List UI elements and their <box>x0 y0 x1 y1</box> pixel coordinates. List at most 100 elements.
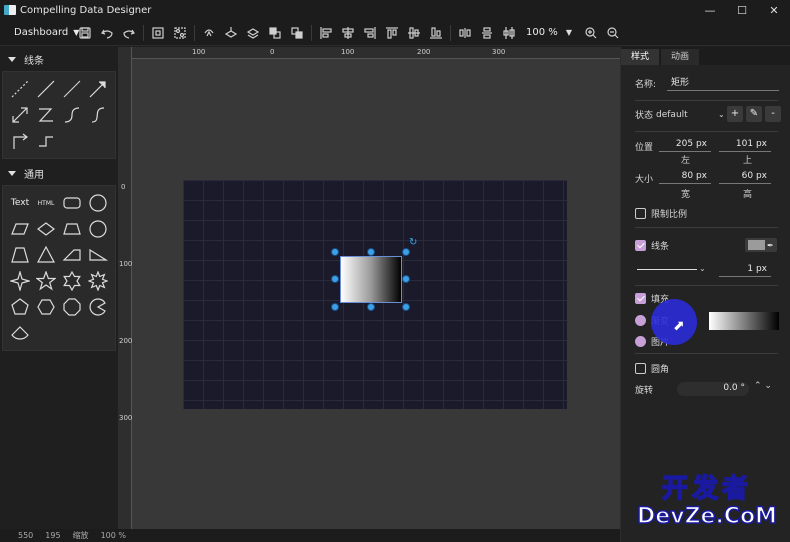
round-corner-checkbox[interactable] <box>635 363 646 374</box>
round-corner-row[interactable]: 圆角 <box>635 362 669 375</box>
group-button[interactable] <box>169 22 191 44</box>
elbow-arrow-shape[interactable] <box>7 128 33 154</box>
triangle-shape[interactable] <box>33 242 59 268</box>
maximize-button[interactable]: ☐ <box>726 0 758 20</box>
tab-animation[interactable]: 动画 <box>661 49 700 65</box>
selected-rectangle[interactable] <box>340 256 402 303</box>
html-shape[interactable]: HTML <box>33 190 59 216</box>
hexagon-flat-shape[interactable] <box>7 242 33 268</box>
zigzag-line-shape[interactable] <box>33 102 59 128</box>
right-trapezoid-shape[interactable] <box>59 242 85 268</box>
edit-state-button[interactable]: ✎ <box>746 106 762 122</box>
circle-shape[interactable] <box>85 190 111 216</box>
elbow-line-shape[interactable] <box>33 128 59 154</box>
trapezoid-shape[interactable] <box>59 216 85 242</box>
close-button[interactable]: ✕ <box>758 0 790 20</box>
watermark: 开发者 DevZe.CoM <box>632 473 782 534</box>
resize-handle[interactable] <box>402 303 410 311</box>
rounded-rect-shape[interactable] <box>59 190 85 216</box>
resize-handle[interactable] <box>402 275 410 283</box>
width-field[interactable]: 80 px <box>659 170 711 184</box>
zoom-out-button[interactable] <box>602 22 624 44</box>
gradient-radio[interactable] <box>635 315 646 326</box>
align-bottom-button[interactable] <box>425 22 447 44</box>
diamond-shape[interactable] <box>33 216 59 242</box>
line-style-preview[interactable] <box>637 269 697 270</box>
section-general-header[interactable]: 通用 <box>0 163 118 183</box>
line-shape[interactable] <box>33 76 59 102</box>
chevron-down-icon[interactable]: ⌄ <box>699 264 706 273</box>
section-lines-header[interactable]: 线条 <box>0 49 118 69</box>
sector-shape[interactable] <box>7 320 33 346</box>
oval-shape[interactable] <box>85 216 111 242</box>
save-button[interactable] <box>74 22 96 44</box>
resize-handle[interactable] <box>331 275 339 283</box>
arrow-line-shape[interactable] <box>85 76 111 102</box>
stroke-width-field[interactable]: 1 px <box>719 263 771 277</box>
star4-shape[interactable] <box>7 268 33 294</box>
curve-line-shape[interactable] <box>59 102 85 128</box>
page-selector[interactable]: Dashboard ▼ <box>14 27 79 38</box>
rotation-field[interactable]: 0.0 ° <box>677 382 749 396</box>
zoom-dropdown[interactable]: ▼ <box>558 22 580 44</box>
fit-button[interactable] <box>147 22 169 44</box>
state-select[interactable]: default <box>656 110 718 120</box>
star6-shape[interactable] <box>59 268 85 294</box>
zoom-in-button[interactable] <box>580 22 602 44</box>
height-field[interactable]: 60 px <box>719 170 771 184</box>
distribute-h-button[interactable] <box>454 22 476 44</box>
align-center-button[interactable] <box>337 22 359 44</box>
star8-shape[interactable] <box>85 268 111 294</box>
resize-handle[interactable] <box>367 303 375 311</box>
resize-handle[interactable] <box>402 248 410 256</box>
stroke-color-picker[interactable]: ✒ <box>745 238 777 252</box>
rotate-handle-icon[interactable]: ↻ <box>409 237 417 248</box>
lock-ratio-row[interactable]: 限制比例 <box>635 207 687 220</box>
resize-handle[interactable] <box>331 248 339 256</box>
layer-down-button[interactable] <box>242 22 264 44</box>
image-radio[interactable] <box>635 336 646 347</box>
pos-x-field[interactable]: 205 px <box>659 138 711 152</box>
resize-handle[interactable] <box>331 303 339 311</box>
octagon-shape[interactable] <box>59 294 85 320</box>
hexagon-shape[interactable] <box>33 294 59 320</box>
right-triangle-shape[interactable] <box>85 242 111 268</box>
distribute-v-button[interactable] <box>476 22 498 44</box>
rotation-stepper[interactable]: ⌃ ⌄ <box>754 381 772 391</box>
star5-shape[interactable] <box>33 268 59 294</box>
pos-y-field[interactable]: 101 px <box>719 138 771 152</box>
tab-style[interactable]: 样式 <box>621 49 660 65</box>
double-arrow-shape[interactable] <box>7 102 33 128</box>
flip-button[interactable] <box>198 22 220 44</box>
group-icon <box>174 26 186 39</box>
fill-checkbox[interactable] <box>635 293 646 304</box>
thin-line-shape[interactable] <box>59 76 85 102</box>
send-back-button[interactable] <box>286 22 308 44</box>
align-bottom-icon <box>430 26 442 39</box>
s-curve-shape[interactable] <box>85 102 111 128</box>
pie-shape[interactable] <box>85 294 111 320</box>
minimize-button[interactable]: — <box>694 0 726 20</box>
redo-button[interactable] <box>118 22 140 44</box>
remove-state-button[interactable]: - <box>765 106 781 122</box>
lock-ratio-checkbox[interactable] <box>635 208 646 219</box>
parallelogram-shape[interactable] <box>7 216 33 242</box>
layer-up-button[interactable] <box>220 22 242 44</box>
align-left-button[interactable] <box>315 22 337 44</box>
same-size-button[interactable] <box>498 22 520 44</box>
align-top-button[interactable] <box>381 22 403 44</box>
align-middle-button[interactable] <box>403 22 425 44</box>
align-right-button[interactable] <box>359 22 381 44</box>
add-state-button[interactable]: + <box>727 106 743 122</box>
undo-button[interactable] <box>96 22 118 44</box>
gradient-editor[interactable] <box>709 312 779 330</box>
pentagon-shape[interactable] <box>7 294 33 320</box>
bring-front-button[interactable] <box>264 22 286 44</box>
resize-handle[interactable] <box>367 248 375 256</box>
stroke-row[interactable]: 线条 <box>635 239 669 252</box>
text-shape[interactable]: Text <box>7 190 33 216</box>
name-field[interactable]: 矩形 <box>667 77 779 91</box>
stroke-checkbox[interactable] <box>635 240 646 251</box>
dashed-line-shape[interactable] <box>7 76 33 102</box>
distribute-horizontal-icon <box>459 27 471 38</box>
